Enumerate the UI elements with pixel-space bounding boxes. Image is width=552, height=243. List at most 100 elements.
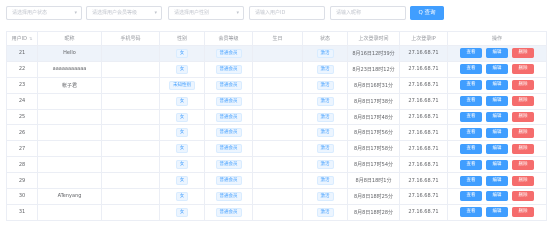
table-row[interactable]: 21 Hello 女普通会员 激活 8月16日12时39分 27.16.68.71 查看 编辑… xyxy=(6,45,547,62)
delete-button[interactable]: 删除 xyxy=(512,191,534,202)
view-button[interactable]: 查看 xyxy=(460,159,482,170)
sort-icon[interactable]: ⇅ xyxy=(29,36,32,41)
user-id-input-placeholder: 请输入用户ID xyxy=(255,10,286,16)
table-row[interactable]: 30 ATenyang 女普通会员 激活 8月8日18时25分 27.16.68.71 查看… xyxy=(6,188,547,205)
edit-button[interactable]: 编辑 xyxy=(486,159,508,170)
view-button[interactable]: 查看 xyxy=(460,207,482,218)
table-row[interactable]: 28 女普通会员 激活 8月8日17时54分 27.16.68.71 查看 编辑 删除 xyxy=(6,156,547,174)
edit-button[interactable]: 编辑 xyxy=(486,175,508,186)
cell-phone xyxy=(101,124,160,142)
cell-gender: 未知性别 xyxy=(159,77,205,94)
cell-nickname xyxy=(37,204,102,221)
table-row[interactable]: 31 女普通会员 激活 8月8日18时28分 27.16.68.71 查看 编辑 删除 xyxy=(6,204,547,221)
edit-button[interactable]: 编辑 xyxy=(486,64,508,75)
cell-actions: 查看 编辑 删除 xyxy=(447,109,547,126)
cell-birthday xyxy=(252,156,303,174)
table-row[interactable]: 29 女普通会员 激活 8月8日18时1分 27.16.68.71 查看 编辑 删除 xyxy=(6,172,547,190)
view-button[interactable]: 查看 xyxy=(460,80,482,91)
cell-user-id: 31 xyxy=(6,204,38,221)
cell-user-id: 27 xyxy=(6,140,38,158)
cell-member-level: 普通会员 xyxy=(204,93,253,110)
cell-last-login-ip: 27.16.68.71 xyxy=(399,124,448,142)
cell-member-level: 普通会员 xyxy=(204,124,253,142)
cell-actions: 查看 编辑 删除 xyxy=(447,45,547,62)
edit-button[interactable]: 编辑 xyxy=(486,127,508,138)
cell-member-level: 普通会员 xyxy=(204,204,253,221)
gender-tag: 女 xyxy=(175,128,189,138)
cell-nickname xyxy=(37,172,102,190)
cell-phone xyxy=(101,156,160,174)
delete-button[interactable]: 删除 xyxy=(512,48,534,59)
cell-gender: 女 xyxy=(159,204,205,221)
table-row[interactable]: 25 女普通会员 激活 8月8日17时48分 27.16.68.71 查看 编辑 删除 xyxy=(6,109,547,126)
cell-phone xyxy=(101,93,160,110)
member-level-tag: 普通会员 xyxy=(215,176,242,186)
status-select[interactable]: 请选择用户状态 ▾ xyxy=(6,6,82,20)
delete-button[interactable]: 删除 xyxy=(512,127,534,138)
cell-status: 激活 xyxy=(302,188,348,205)
delete-button[interactable]: 删除 xyxy=(512,64,534,75)
view-button[interactable]: 查看 xyxy=(460,48,482,59)
edit-button[interactable]: 编辑 xyxy=(486,207,508,218)
cell-phone xyxy=(101,109,160,126)
status-tag: 激活 xyxy=(316,96,334,106)
cell-last-login-ip: 27.16.68.71 xyxy=(399,140,448,158)
edit-button[interactable]: 编辑 xyxy=(486,112,508,122)
edit-button[interactable]: 编辑 xyxy=(486,80,508,91)
nickname-input[interactable]: 请输入昵称 xyxy=(330,6,406,20)
delete-button[interactable]: 删除 xyxy=(512,159,534,170)
table-row[interactable]: 26 女普通会员 激活 8月8日17时56分 27.16.68.71 查看 编辑 删除 xyxy=(6,124,547,142)
cell-phone xyxy=(101,204,160,221)
cell-last-login-ip: 27.16.68.71 xyxy=(399,77,448,94)
cell-user-id: 22 xyxy=(6,61,38,78)
table-row[interactable]: 23 帐子君 未知性别 普通会员 激活 8月8日16时31分 27.16.68.71 查看 编辑… xyxy=(6,77,547,94)
cell-phone xyxy=(101,61,160,78)
edit-button[interactable]: 编辑 xyxy=(486,143,508,154)
view-button[interactable]: 查看 xyxy=(460,96,482,107)
filter-bar: 请选择用户状态 ▾ 请选择用户会员等级 ▾ 请选择用户性别 ▾ 请输入用户ID … xyxy=(6,6,546,22)
gender-select[interactable]: 请选择用户性别 ▾ xyxy=(168,6,244,20)
table-row[interactable]: 22 aaaaaaaaaaa 女 普通会员 激活 8月23日18时12分 27.16.68.… xyxy=(6,61,547,78)
delete-button[interactable]: 删除 xyxy=(512,143,534,154)
cell-actions: 查看 编辑 删除 xyxy=(447,140,547,158)
cell-birthday xyxy=(252,77,303,94)
cell-last-login-time: 8月8日17时58分 xyxy=(347,140,400,158)
view-button[interactable]: 查看 xyxy=(460,112,482,122)
status-tag: 激活 xyxy=(316,160,334,170)
view-button[interactable]: 查看 xyxy=(460,64,482,75)
cell-birthday xyxy=(252,124,303,142)
cell-user-id: 28 xyxy=(6,156,38,174)
cell-member-level: 普通会员 xyxy=(204,109,253,126)
view-button[interactable]: 查看 xyxy=(460,175,482,186)
cell-gender: 女 xyxy=(159,45,205,62)
cell-actions: 查看 编辑 删除 xyxy=(447,172,547,190)
cell-gender: 女 xyxy=(159,109,205,126)
search-button[interactable]: Q 查询 xyxy=(410,6,444,20)
delete-button[interactable]: 删除 xyxy=(512,96,534,107)
search-button-label: Q 查询 xyxy=(418,10,436,16)
cell-nickname xyxy=(37,140,102,158)
status-tag: 激活 xyxy=(316,144,334,154)
cell-actions: 查看 编辑 删除 xyxy=(447,188,547,205)
header-user-id[interactable]: 用户ID ⇅ xyxy=(6,31,38,46)
header-nickname: 昵称 xyxy=(37,31,102,46)
cell-member-level: 普通会员 xyxy=(204,61,253,78)
cell-last-login-time: 8月8日16时31分 xyxy=(347,77,400,94)
cell-last-login-ip: 27.16.68.71 xyxy=(399,156,448,174)
cell-birthday xyxy=(252,61,303,78)
table-row[interactable]: 27 女普通会员 激活 8月8日17时58分 27.16.68.71 查看 编辑 删除 xyxy=(6,140,547,158)
edit-button[interactable]: 编辑 xyxy=(486,96,508,107)
view-button[interactable]: 查看 xyxy=(460,143,482,154)
member-level-select[interactable]: 请选择用户会员等级 ▾ xyxy=(86,6,162,20)
table-row[interactable]: 24 女普通会员 激活 8月8日17时38分 27.16.68.71 查看 编辑 删除 xyxy=(6,93,547,110)
edit-button[interactable]: 编辑 xyxy=(486,48,508,59)
delete-button[interactable]: 删除 xyxy=(512,112,534,122)
delete-button[interactable]: 删除 xyxy=(512,175,534,186)
user-id-input[interactable]: 请输入用户ID xyxy=(249,6,325,20)
edit-button[interactable]: 编辑 xyxy=(486,191,508,202)
cell-member-level: 普通会员 xyxy=(204,188,253,205)
delete-button[interactable]: 删除 xyxy=(512,207,534,218)
view-button[interactable]: 查看 xyxy=(460,127,482,138)
view-button[interactable]: 查看 xyxy=(460,191,482,202)
delete-button[interactable]: 删除 xyxy=(512,80,534,91)
